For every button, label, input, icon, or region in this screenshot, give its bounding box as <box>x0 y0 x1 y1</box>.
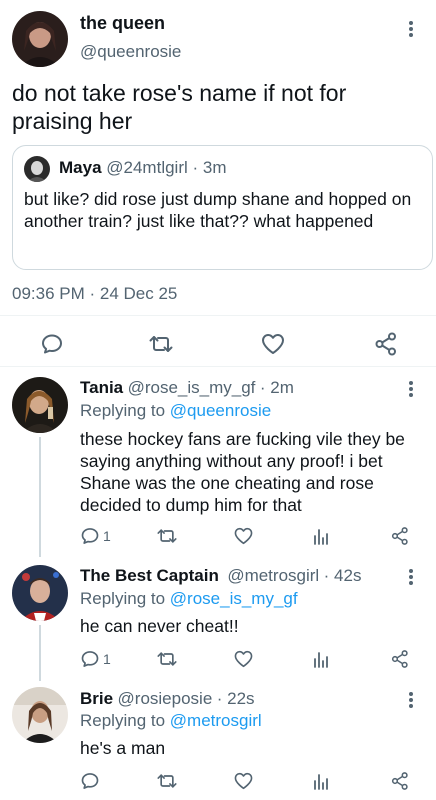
tweet-timestamp[interactable]: 09:36 PM · 24 Dec 25 <box>12 284 177 304</box>
like-button[interactable] <box>260 332 286 356</box>
reply-time: · 22s <box>216 689 255 708</box>
retweet-button[interactable] <box>148 332 174 356</box>
views-icon <box>314 774 328 790</box>
retweet-button[interactable] <box>156 526 178 546</box>
quoted-text: but like? did rose just dump shane and h… <box>24 189 412 231</box>
reply-icon <box>81 651 99 667</box>
retweet-button[interactable] <box>156 771 178 791</box>
more-icon[interactable] <box>403 690 419 710</box>
views-icon <box>314 652 328 668</box>
retweet-icon <box>157 774 177 788</box>
retweet-icon <box>149 336 173 352</box>
reply-author-name[interactable]: Brie <box>80 689 113 708</box>
heart-icon <box>234 772 253 790</box>
reply-author-name[interactable]: The Best Captain <box>80 566 219 585</box>
reply-button[interactable] <box>40 332 64 356</box>
avatar[interactable] <box>12 565 68 621</box>
quoted-time: · 3m <box>192 158 227 177</box>
share-icon <box>391 772 408 790</box>
like-button[interactable] <box>233 526 254 546</box>
share-icon <box>375 332 396 356</box>
replying-to: Replying to @queenrosie <box>80 401 271 421</box>
replying-to-label: Replying to <box>80 589 166 608</box>
reply-author-name[interactable]: Tania <box>80 378 123 397</box>
quoted-author-handle: @24mtlgirl <box>106 158 188 177</box>
reply-author-handle[interactable]: @metrosgirl <box>227 566 319 585</box>
share-button[interactable] <box>390 525 410 547</box>
views-button[interactable] <box>312 771 330 791</box>
share-button[interactable] <box>390 648 410 670</box>
avatar[interactable] <box>12 11 68 67</box>
reply-count: 1 <box>103 651 111 667</box>
reply-icon <box>42 334 62 354</box>
like-button[interactable] <box>233 771 254 791</box>
reply-time: · 2m <box>259 378 294 397</box>
reply-header: Brie @rosieposie · 22s <box>80 689 255 709</box>
quoted-author-name: Maya <box>59 158 102 177</box>
replying-to: Replying to @rose_is_my_gf <box>80 589 298 609</box>
retweet-icon <box>157 652 177 666</box>
reply-author-handle[interactable]: @rose_is_my_gf <box>128 378 256 397</box>
reply-text: he can never cheat!! <box>80 616 239 636</box>
replying-to-link[interactable]: @rose_is_my_gf <box>170 589 298 608</box>
avatar <box>24 156 50 182</box>
share-icon <box>391 527 408 545</box>
author-name[interactable]: the queen <box>80 13 165 34</box>
reply-count: 1 <box>103 528 111 544</box>
reply-text: he's a man <box>80 738 166 758</box>
retweet-button[interactable] <box>156 649 178 669</box>
views-button[interactable] <box>312 649 330 669</box>
reply-text: these hockey fans are fucking vile they … <box>80 429 405 515</box>
reply-icon <box>81 528 99 544</box>
quoted-tweet-card[interactable]: Maya @24mtlgirl · 3m but like? did rose … <box>12 145 433 270</box>
like-button[interactable] <box>233 649 254 669</box>
more-icon[interactable] <box>403 567 419 587</box>
replying-to-link[interactable]: @metrosgirl <box>170 711 262 730</box>
author-handle[interactable]: @queenrosie <box>80 42 181 62</box>
tweet-text: do not take rose's name if not for prais… <box>12 80 347 134</box>
thread-line <box>39 625 41 681</box>
share-button[interactable] <box>390 770 410 792</box>
thread-line <box>39 437 41 557</box>
quoted-author: Maya @24mtlgirl · 3m <box>59 158 227 178</box>
replying-to: Replying to @metrosgirl <box>80 711 262 731</box>
divider <box>0 366 436 367</box>
reply-icon <box>81 773 99 789</box>
reply-time: · 42s <box>323 566 362 585</box>
replying-to-label: Replying to <box>80 401 166 420</box>
views-icon <box>314 529 328 545</box>
reply-header: The Best Captain @metrosgirl · 42s <box>80 566 361 586</box>
share-button[interactable] <box>373 331 399 357</box>
heart-icon <box>262 334 284 354</box>
retweet-icon <box>157 529 177 543</box>
reply-button[interactable]: 1 <box>80 649 111 669</box>
heart-icon <box>234 527 253 545</box>
share-icon <box>391 650 408 668</box>
more-icon[interactable] <box>403 379 419 399</box>
reply-author-handle[interactable]: @rosieposie <box>118 689 213 708</box>
more-icon[interactable] <box>403 19 419 39</box>
reply-button[interactable] <box>80 771 103 791</box>
avatar[interactable] <box>12 377 68 433</box>
views-button[interactable] <box>312 526 330 546</box>
divider <box>0 315 436 316</box>
reply-button[interactable]: 1 <box>80 526 111 546</box>
heart-icon <box>234 650 253 668</box>
avatar[interactable] <box>12 687 68 743</box>
replying-to-label: Replying to <box>80 711 166 730</box>
reply-header: Tania @rose_is_my_gf · 2m <box>80 378 294 398</box>
replying-to-link[interactable]: @queenrosie <box>170 401 271 420</box>
